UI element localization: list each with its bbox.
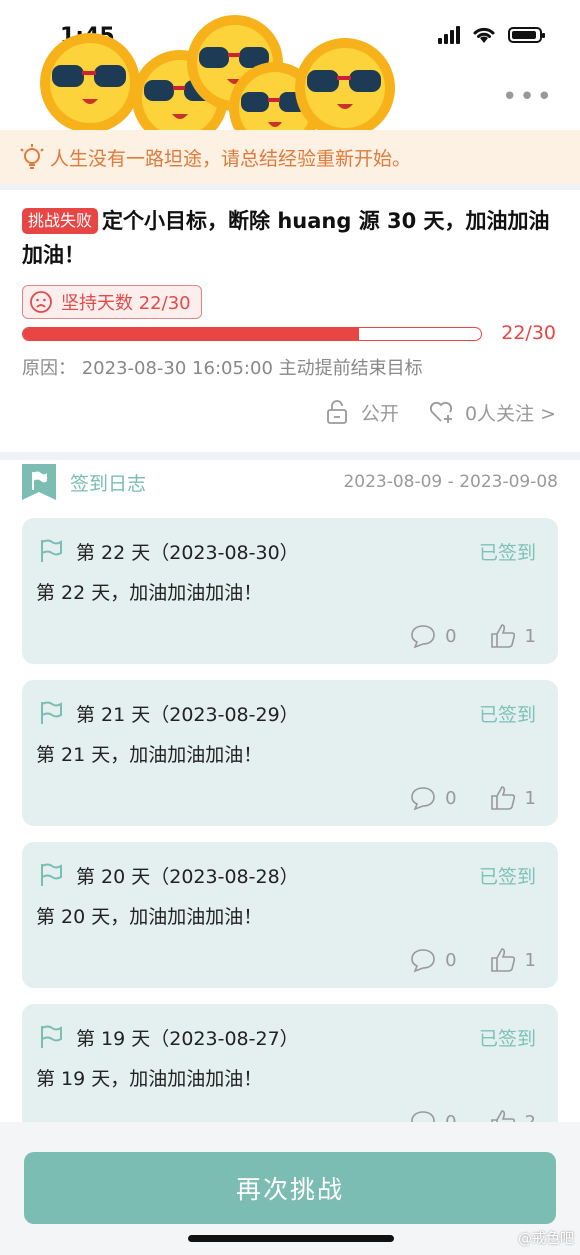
checkin-card[interactable]: 第 22 天（2023-08-30） 已签到 第 22 天，加油加油加油！ 0 …	[22, 518, 558, 664]
signal-icon	[438, 26, 460, 44]
like-count: 1	[524, 787, 536, 809]
thumbs-up-icon[interactable]	[489, 946, 517, 974]
like-count: 2	[524, 1111, 536, 1123]
status-time: 1:45	[60, 24, 115, 49]
retry-challenge-button[interactable]: 再次挑战	[24, 1152, 556, 1224]
thumbs-up-icon[interactable]	[489, 622, 517, 650]
comment-icon[interactable]	[409, 622, 437, 650]
goal-header: 挑战失败 定个小目标，断除 huang 源 30 天，加油加油加油！	[22, 204, 552, 272]
checkin-stats: 0 1	[409, 622, 536, 650]
goal-meta: 公开 0人关注 >	[323, 398, 556, 426]
comment-count: 0	[445, 1111, 457, 1123]
streak-label: 坚持天数 22/30	[61, 293, 191, 314]
visibility-label[interactable]: 公开	[361, 399, 399, 426]
status-icons	[438, 26, 545, 44]
comment-icon[interactable]	[409, 784, 437, 812]
wifi-icon	[473, 27, 495, 43]
checkin-content: 第 21 天，加油加油加油！	[36, 744, 263, 766]
divider	[0, 452, 580, 460]
checkin-day-title: 第 21 天（2023-08-29）	[76, 704, 299, 726]
goal-title-text: 定个小目标，断除 huang 源 30 天，加油加油加油！	[22, 209, 550, 267]
checkin-stats: 0 1	[409, 784, 536, 812]
like-count: 1	[524, 949, 536, 971]
flag-outline-icon	[41, 701, 62, 724]
date-range: 2023-08-09 - 2023-09-08	[343, 472, 558, 492]
comment-icon[interactable]	[409, 1108, 437, 1122]
checkin-content: 第 22 天，加油加油加油！	[36, 582, 263, 604]
lightbulb-icon	[20, 144, 44, 169]
heart-plus-icon[interactable]	[427, 398, 455, 426]
comment-count: 0	[445, 949, 457, 971]
checkin-content: 第 20 天，加油加油加油！	[36, 906, 263, 928]
checkin-status: 已签到	[478, 1028, 536, 1050]
comment-count: 0	[445, 625, 457, 647]
checkin-stats: 0 2	[409, 1108, 536, 1122]
checkin-content: 第 19 天，加油加油加油！	[36, 1068, 263, 1090]
checkin-day-title: 第 20 天（2023-08-28）	[76, 866, 299, 888]
thumbs-up-icon[interactable]	[489, 1108, 517, 1122]
flag-outline-icon	[41, 863, 62, 886]
goal-title: 挑战失败 定个小目标，断除 huang 源 30 天，加油加油加油！	[22, 204, 552, 272]
divider	[0, 184, 580, 190]
progress-text: 22/30	[501, 322, 556, 344]
checkin-card[interactable]: 第 19 天（2023-08-27） 已签到 第 19 天，加油加油加油！ 0 …	[22, 1004, 558, 1122]
progress-fill	[23, 328, 359, 340]
unlock-icon	[327, 400, 347, 424]
streak-badge: 坚持天数 22/30	[22, 285, 202, 319]
checkin-stats: 0 1	[409, 946, 536, 974]
end-reason: 原因： 2023-08-30 16:05:00 主动提前结束目标	[22, 358, 423, 379]
checkin-status: 已签到	[478, 542, 536, 564]
like-count: 1	[524, 625, 536, 647]
watermark: @戒色吧	[518, 1231, 574, 1247]
checkin-day-title: 第 22 天（2023-08-30）	[76, 542, 299, 564]
sad-face-icon	[30, 291, 52, 313]
home-indicator[interactable]	[188, 1235, 394, 1242]
checkin-log-header: 签到日志 2023-08-09 - 2023-09-08	[22, 462, 558, 502]
thumbs-up-icon[interactable]	[489, 784, 517, 812]
more-button[interactable]: •••	[502, 82, 554, 112]
tip-text: 人生没有一路坦途，请总结经验重新开始。	[50, 147, 412, 170]
checkin-card[interactable]: 第 20 天（2023-08-28） 已签到 第 20 天，加油加油加油！ 0 …	[22, 842, 558, 988]
flag-outline-icon	[41, 539, 62, 562]
followers-link[interactable]: 0人关注 >	[465, 399, 556, 426]
checkin-log-title: 签到日志	[70, 472, 147, 495]
checkin-status: 已签到	[478, 866, 536, 888]
tip-banner: 人生没有一路坦途，请总结经验重新开始。	[0, 130, 580, 184]
flag-icon	[22, 464, 56, 500]
fail-badge: 挑战失败	[22, 208, 99, 234]
comment-count: 0	[445, 787, 457, 809]
checkin-card[interactable]: 第 21 天（2023-08-29） 已签到 第 21 天，加油加油加油！ 0 …	[22, 680, 558, 826]
comment-icon[interactable]	[409, 946, 437, 974]
flag-outline-icon	[41, 1025, 62, 1048]
status-bar: 1:45	[0, 0, 580, 80]
checkin-status: 已签到	[478, 704, 536, 726]
checkin-day-title: 第 19 天（2023-08-27）	[76, 1028, 299, 1050]
checkin-list: 第 22 天（2023-08-30） 已签到 第 22 天，加油加油加油！ 0 …	[22, 518, 558, 1122]
battery-icon	[508, 27, 545, 43]
progress-bar	[22, 327, 482, 341]
